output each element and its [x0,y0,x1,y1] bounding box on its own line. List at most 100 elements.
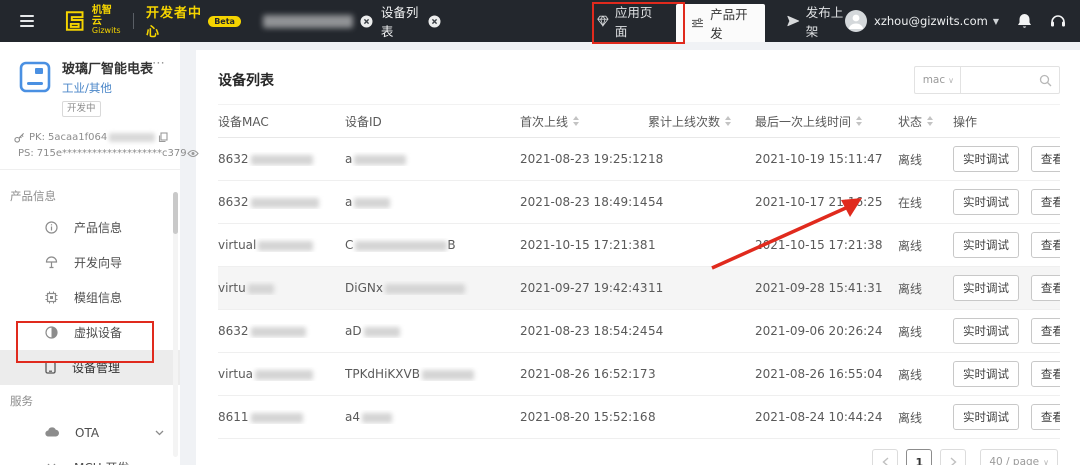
device-mac-cell: 8632 [218,324,345,338]
online-count-cell: 54 [648,195,664,209]
id-prefix: a4 [345,410,360,424]
beta-badge: Beta [208,15,241,27]
device-id-cell: a4 [345,410,520,424]
id-prefix: DiGNx [345,281,383,295]
user-caret-icon[interactable]: ▼ [993,17,999,26]
last-online-cell: 2021-09-06 20:26:24 [755,324,883,338]
user-zone: xzhou@gizwits.com ▼ [845,10,1066,32]
device-list-card: 设备列表 mac ∨ 设备MAC 设备ID 首次上线 累计上线次数 最后一次上线… [196,50,1080,465]
actions-cell: 实时调试 查看 [953,189,1060,215]
sidebar-scrollbar[interactable] [173,192,178,457]
sidebar-item-dev-wizard[interactable]: 开发向导 [0,245,180,280]
realtime-debug-button[interactable]: 实时调试 [953,361,1019,387]
nav-product-dev[interactable]: 产品开发 [676,4,766,42]
cloud-icon [45,427,59,437]
logo-cn: 机智云 [91,5,112,27]
nav-app-page[interactable]: 应用页面 [597,2,654,40]
online-count-cell: 11 [648,281,664,295]
sidebar-item-label: 产品信息 [74,221,123,235]
table-row: virtu DiGNx 2021-09-27 19:42:43 11 2021-… [218,267,1060,310]
realtime-debug-button[interactable]: 实时调试 [953,146,1019,172]
col-device-id: 设备ID [345,114,382,129]
hamburger-menu-icon[interactable] [20,15,35,27]
nav-publish[interactable]: 发布上架 [787,2,845,40]
sidebar-item-label: 开发向导 [74,256,123,270]
view-button[interactable]: 查看 [1030,232,1060,258]
product-device-icon [19,61,51,93]
next-page-button[interactable] [940,449,967,465]
avatar[interactable] [845,10,868,32]
pk-value: 5acaa1f064 [47,132,108,143]
gem-icon [597,15,609,28]
mac-prefix: virtual [218,238,257,252]
view-button[interactable]: 查看 [1030,404,1060,430]
sidebar-item-mcu-dev[interactable]: MCU 开发 [0,450,180,465]
col-online-count[interactable]: 累计上线次数 [648,113,755,130]
product-category-link[interactable]: 工业/其他 [62,80,153,96]
developer-center-label[interactable]: 开发者中心 [146,2,202,40]
scrollbar-thumb[interactable] [173,192,178,234]
id-prefix: aD [345,324,362,338]
device-id-cell: a [345,152,520,166]
col-last-online[interactable]: 最后一次上线时间 [755,113,898,130]
view-button[interactable]: 查看 [1030,275,1060,301]
search-input[interactable] [969,74,1039,86]
table-row: 8611 a4 2021-08-20 15:52:16 8 2021-08-24… [218,396,1060,439]
id-prefix: a [345,195,353,209]
gizwits-logo[interactable]: 机智云 Gizwits [64,6,121,35]
sort-icon[interactable] [856,116,863,126]
page-size-value: 40 / page [989,456,1040,465]
prev-page-button[interactable] [872,449,899,465]
pagination: 1 40 / page ∨ [196,439,1080,465]
device-id-cell: DiGNx [345,281,520,295]
realtime-debug-button[interactable]: 实时调试 [953,318,1019,344]
search-filter-select[interactable]: mac ∨ [913,66,960,94]
device-table: 设备MAC 设备ID 首次上线 累计上线次数 最后一次上线时间 状态 操作 86… [196,104,1080,439]
open-tab-device-list[interactable]: 设备列表 [381,2,421,40]
redacted-product-name [262,14,353,28]
sidebar-item-device-management[interactable]: 设备管理 [0,350,180,385]
realtime-debug-button[interactable]: 实时调试 [953,232,1019,258]
view-button[interactable]: 查看 [1030,146,1060,172]
nav-product-dev-label: 产品开发 [710,7,748,41]
notifications-bell-icon[interactable] [1017,13,1032,29]
last-online-cell: 2021-10-17 21:16:25 [755,195,883,209]
col-status[interactable]: 状态 [898,113,953,130]
first-online-cell: 2021-08-23 19:25:12 [520,152,648,166]
device-mac-cell: virtua [218,367,345,381]
sort-icon[interactable] [573,116,580,126]
table-row: 8632 a 2021-08-23 18:49:14 54 2021-10-17… [218,181,1060,224]
redacted-id [355,240,448,251]
view-button[interactable]: 查看 [1030,361,1060,387]
device-mac-cell: virtual [218,238,345,252]
page-size-select[interactable]: 40 / page ∨ [980,449,1058,465]
sort-icon[interactable] [725,116,732,126]
tab-close-icon[interactable] [428,15,441,28]
more-icon[interactable]: ⋯ [152,56,166,71]
user-email[interactable]: xzhou@gizwits.com [874,14,988,28]
col-first-online[interactable]: 首次上线 [520,113,648,130]
realtime-debug-button[interactable]: 实时调试 [953,275,1019,301]
tab-circle-icon[interactable] [360,15,373,28]
search-filter-value: mac [922,74,946,86]
view-button[interactable]: 查看 [1030,189,1060,215]
virtual-device-icon [45,326,58,339]
redacted-mac [250,154,313,165]
sort-icon[interactable] [927,116,934,126]
sidebar-item-virtual-device[interactable]: 虚拟设备 [0,315,180,350]
first-online-cell: 2021-10-15 17:21:38 [520,238,648,252]
sliders-icon [692,17,704,27]
sidebar-item-ota[interactable]: OTA [0,415,180,450]
view-button[interactable]: 查看 [1030,318,1060,344]
realtime-debug-button[interactable]: 实时调试 [953,189,1019,215]
sidebar-item-module-info[interactable]: 模组信息 [0,280,180,315]
copy-icon[interactable] [158,132,168,143]
eye-icon[interactable] [186,149,199,158]
realtime-debug-button[interactable]: 实时调试 [953,404,1019,430]
status-cell: 离线 [898,281,923,296]
support-headset-icon[interactable] [1050,13,1066,29]
search-icon[interactable] [1039,74,1052,87]
page-number-button[interactable]: 1 [906,449,933,465]
ps-row: PS: 715e********************c379 [14,148,199,159]
sidebar-item-product-info[interactable]: 产品信息 [0,210,180,245]
